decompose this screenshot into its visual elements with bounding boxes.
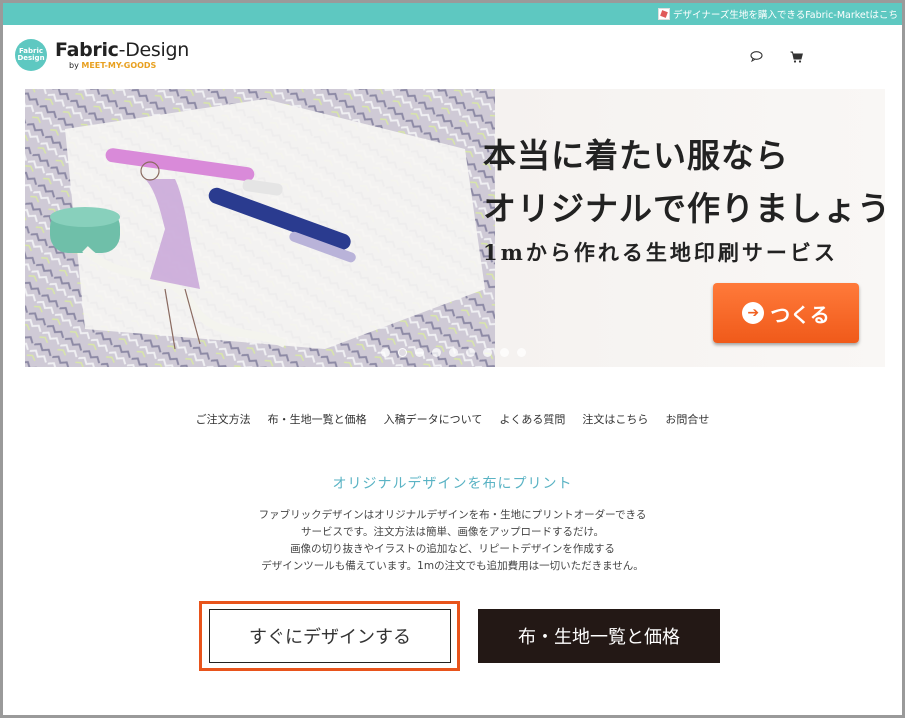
hero-slider[interactable]: 本当に着たい服なら オリジナルで作りましょう 1mから作れる生地印刷サービス ➔… (25, 89, 885, 367)
nav-item[interactable]: 注文はこちら (582, 411, 648, 427)
hero-headline-2: オリジナルで作りましょう (483, 189, 885, 228)
description-line: ファブリックデザインはオリジナルデザインを布・生地にプリントオーダーできる (258, 509, 647, 521)
slider-dot[interactable] (415, 348, 424, 357)
nav-item[interactable]: お問合せ (665, 411, 709, 427)
nav-item[interactable]: 布・生地一覧と価格 (268, 411, 367, 427)
description-line: デザインツールも備えています。1mの注文でも追加費用は一切いただきません。 (261, 560, 644, 572)
fabric-market-link-text: デザイナーズ生地を購入できるFabric-Marketはこち (673, 10, 898, 21)
logo-sub-brand: MEET-MY-GOODS (81, 60, 157, 70)
fabric-market-icon (658, 8, 671, 20)
section-title: オリジナルデザインを布にプリント (332, 476, 573, 492)
logo-name-rest: -Design (118, 38, 190, 61)
chat-bubble-icon[interactable] (750, 51, 764, 63)
hero-subheadline: 1mから作れる生地印刷サービス (483, 240, 838, 265)
logo-name: Fabric-Design (55, 38, 190, 61)
slider-dot[interactable] (483, 348, 492, 357)
slider-dot[interactable] (381, 348, 390, 357)
nav-item[interactable]: 入稿データについて (384, 411, 483, 427)
logo-sub: by MEET-MY-GOODS (69, 60, 189, 70)
site-logo[interactable]: Fabric Design Fabric-Design by MEET-MY-G… (15, 39, 189, 71)
arrow-right-icon: ➔ (742, 302, 765, 324)
description-line: 画像の切り抜きやイラストの追加など、リピートデザインを作成する (290, 543, 615, 555)
logo-badge-text: Fabric Design (17, 47, 45, 62)
fabric-market-link[interactable]: デザイナーズ生地を購入できるFabric-Marketはこち (658, 7, 898, 21)
site-header: Fabric Design Fabric-Design by MEET-MY-G… (3, 25, 902, 89)
hero-create-button[interactable]: ➔ つくる (713, 283, 859, 343)
slider-dot[interactable] (517, 348, 526, 357)
cart-icon[interactable] (790, 51, 804, 63)
nav-item[interactable]: よくある質問 (499, 411, 565, 427)
hero-create-button-label: つくる (770, 302, 830, 327)
nav-item[interactable]: ご注文方法 (196, 411, 251, 427)
slider-dots (381, 348, 526, 357)
slider-dot[interactable] (432, 348, 441, 357)
browser-frame: デザイナーズ生地を購入できるFabric-Marketはこち Fabric De… (0, 0, 905, 718)
logo-text: Fabric-Design by MEET-MY-GOODS (55, 38, 190, 70)
description-line: サービスです。注文方法は簡単、画像をアップロードするだけ。 (301, 526, 604, 538)
hero-illustration (25, 89, 495, 367)
fabric-price-button[interactable]: 布・生地一覧と価格 (478, 609, 720, 663)
header-icons (750, 51, 804, 63)
top-banner: デザイナーズ生地を購入できるFabric-Marketはこち (3, 3, 902, 25)
logo-sub-prefix: by (69, 60, 79, 70)
logo-name-bold: Fabric (55, 38, 119, 61)
hero-headline-1: 本当に着たい服なら (483, 136, 789, 175)
logo-badge: Fabric Design (15, 39, 47, 71)
slider-dot[interactable] (466, 348, 475, 357)
slider-dot[interactable] (449, 348, 458, 357)
service-description: ファブリックデザインはオリジナルデザインを布・生地にプリントオーダーできる サービ… (3, 507, 902, 575)
slider-dot[interactable] (500, 348, 509, 357)
slider-dot[interactable] (398, 348, 407, 357)
start-design-button[interactable]: すぐにデザインする (209, 609, 451, 663)
main-nav: ご注文方法 布・生地一覧と価格 入稿データについて よくある質問 注文はこちら お問合せ (3, 411, 902, 427)
